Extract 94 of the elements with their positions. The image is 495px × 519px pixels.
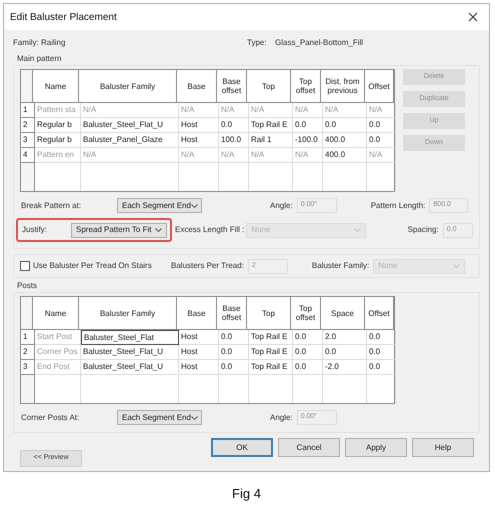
column-header[interactable]: Top xyxy=(247,297,291,330)
column-header[interactable]: Base xyxy=(177,297,217,330)
field-label: Corner Posts At: xyxy=(20,412,80,424)
table-cell[interactable]: 0.0 xyxy=(323,345,367,360)
checkbox[interactable] xyxy=(20,261,30,271)
column-header[interactable]: Offset xyxy=(365,70,394,103)
field-label: Angle: xyxy=(270,412,293,424)
group-title: Posts xyxy=(17,280,38,292)
column-header[interactable]: Space xyxy=(321,297,365,330)
row-number[interactable]: 1 xyxy=(21,103,35,118)
column-header[interactable]: Offset xyxy=(365,297,394,330)
table-cell[interactable]: 0.0 xyxy=(219,345,249,360)
row-number[interactable]: 3 xyxy=(21,133,35,148)
field-label: Family: xyxy=(13,37,40,49)
table-cell[interactable]: -100.0 xyxy=(293,133,323,148)
table-cell[interactable]: 0.0 xyxy=(219,118,249,133)
caret-icon xyxy=(190,204,198,208)
table-cell[interactable]: 0.0 xyxy=(219,330,249,345)
table-cell[interactable]: Top Rail E xyxy=(249,118,293,133)
column-header[interactable]: Name xyxy=(33,297,79,330)
column-header[interactable]: Base offset xyxy=(217,297,247,330)
table-cell[interactable]: Host xyxy=(179,133,219,148)
column-header[interactable]: Top offset xyxy=(291,297,321,330)
table-cell[interactable]: Host xyxy=(179,118,219,133)
column-header[interactable]: Dist. from previous xyxy=(321,70,365,103)
field-value: Railing xyxy=(41,37,66,49)
field-label: Use Baluster Per Tread On Stairs xyxy=(33,260,153,272)
table-cell[interactable]: 0.0 xyxy=(219,360,249,375)
row-number[interactable]: 2 xyxy=(21,118,35,133)
table-cell[interactable]: Baluster_Steel_Flat_U xyxy=(81,345,179,360)
table-cell[interactable]: 0.0 xyxy=(367,118,396,133)
table-cell[interactable]: Host xyxy=(179,345,219,360)
dialog-button[interactable]: OK xyxy=(211,438,273,457)
table-cell[interactable]: 0.0 xyxy=(293,360,323,375)
dialog-button[interactable]: Help xyxy=(412,438,474,457)
table-cell[interactable]: 0.0 xyxy=(293,330,323,345)
field-label: Excess Length Fill : xyxy=(175,224,244,236)
table-cell[interactable]: Baluster_Steel_Flat_U xyxy=(81,360,179,375)
field-label: Type: xyxy=(247,37,268,49)
group-title: Main pattern xyxy=(17,53,62,65)
field-label: Pattern Length: xyxy=(370,200,426,212)
table-cell[interactable]: Baluster_Steel_Flat_U xyxy=(81,118,179,133)
field-label: Justify: xyxy=(21,224,48,236)
row-number[interactable]: 3 xyxy=(21,360,35,375)
table-cell[interactable]: Top Rail E xyxy=(249,345,293,360)
column-header[interactable]: Base xyxy=(177,70,217,103)
column-header[interactable]: Baluster Family xyxy=(79,70,177,103)
table-cell[interactable]: 0.0 xyxy=(367,345,396,360)
table-cell[interactable]: Regular b xyxy=(35,118,81,133)
caret-icon xyxy=(354,228,361,232)
table-cell[interactable]: 400.0 xyxy=(323,133,367,148)
window-title: Edit Baluster Placement xyxy=(10,10,117,24)
table-cell[interactable]: -2.0 xyxy=(323,360,367,375)
table-cell[interactable]: 0.0 xyxy=(367,360,396,375)
column-header[interactable]: Base offset xyxy=(217,70,247,103)
table-cell[interactable]: 0.0 xyxy=(367,133,396,148)
table-cell[interactable]: Regular b xyxy=(35,133,81,148)
table-cell[interactable]: 2.0 xyxy=(323,330,367,345)
caret-icon xyxy=(190,416,198,420)
column-header[interactable]: Top offset xyxy=(291,70,321,103)
table-cell[interactable]: Host xyxy=(179,330,219,345)
caret-icon xyxy=(155,228,162,232)
dropdown[interactable]: Spread Pattern To Fit xyxy=(71,222,167,238)
close-icon xyxy=(468,12,478,22)
field-label: Spacing: xyxy=(408,224,439,236)
table-cell[interactable]: Top Rail E xyxy=(249,360,293,375)
column-header[interactable]: Top xyxy=(247,70,291,103)
table-cell[interactable]: 0.0 xyxy=(293,345,323,360)
table-cell[interactable]: Rail 1 xyxy=(249,133,293,148)
dropdown[interactable]: Each Segment End xyxy=(117,410,202,425)
dropdown[interactable]: Each Segment End xyxy=(117,198,202,213)
row-number[interactable]: 2 xyxy=(21,345,35,360)
row-number[interactable]: 1 xyxy=(21,330,35,345)
dialog-button[interactable]: Apply xyxy=(345,438,407,457)
table-cell[interactable]: Baluster_Panel_Glaze xyxy=(81,133,179,148)
column-header[interactable]: Baluster Family xyxy=(79,297,177,330)
table-cell[interactable]: Host xyxy=(179,360,219,375)
field-label: Balusters Per Tread: xyxy=(171,260,244,272)
table-cell[interactable]: 400.0 xyxy=(323,148,367,163)
table-cell[interactable]: Top Rail E xyxy=(249,330,293,345)
field-label: Angle: xyxy=(270,200,293,212)
figure-caption: Fig 4 xyxy=(231,485,262,503)
table-cell[interactable]: 0.0 xyxy=(367,330,396,345)
caret-icon xyxy=(453,264,460,268)
field-label: Baluster Family: xyxy=(312,260,370,272)
table-cell[interactable]: 100.0 xyxy=(219,133,249,148)
column-header[interactable]: Name xyxy=(33,70,79,103)
row-number[interactable]: 4 xyxy=(21,148,35,163)
table-cell[interactable]: 0.0 xyxy=(293,118,323,133)
field-label: Break Pattern at: xyxy=(20,200,82,212)
table-cell[interactable]: 0.0 xyxy=(323,118,367,133)
table-cell[interactable]: Baluster_Steel_Flat xyxy=(81,330,179,345)
dialog-button[interactable]: Cancel xyxy=(278,438,340,457)
field-value: Glass_Panel-Bottom_Fill xyxy=(275,37,364,49)
